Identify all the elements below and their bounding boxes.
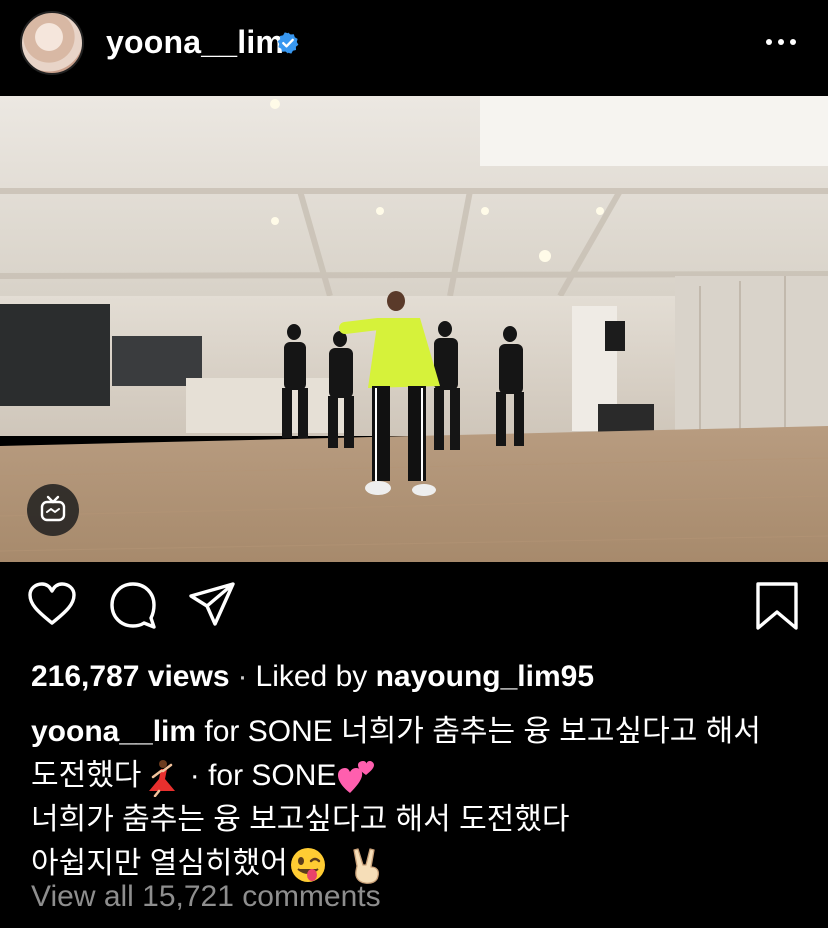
caption-author[interactable]: yoona__lim <box>31 715 196 748</box>
post-header: yoona__lim <box>0 0 828 86</box>
caption-text-4: 아쉽지만 열심히했어 <box>31 847 288 880</box>
dance-studio-video-frame <box>0 96 828 562</box>
view-all-comments-link[interactable]: View all 15,721 comments <box>31 880 381 914</box>
caption-text-2: 도전했다 <box>31 759 142 792</box>
post-video[interactable] <box>0 96 828 562</box>
igtv-icon[interactable] <box>27 484 79 536</box>
comment-icon[interactable] <box>108 580 158 630</box>
caption-text-1: for SONE 너희가 춤추는 융 보고싶다고 해서 <box>204 715 761 748</box>
caption-text-2b: · for SONE <box>189 759 337 792</box>
verified-badge-icon <box>277 32 299 54</box>
separator-dot: · <box>237 660 248 693</box>
heart-icon[interactable] <box>27 580 77 630</box>
dancer-emoji <box>149 760 176 798</box>
two-hearts-emoji <box>338 761 375 794</box>
avatar[interactable] <box>20 11 84 75</box>
post-caption: yoona__lim for SONE 너희가 춤추는 융 보고싶다고 해서 도… <box>31 710 811 886</box>
liked-by-user[interactable]: nayoung_lim95 <box>376 660 594 693</box>
view-count[interactable]: 216,787 views <box>31 660 230 693</box>
caption-line-1: yoona__lim for SONE 너희가 춤추는 융 보고싶다고 해서 <box>31 710 811 754</box>
post-username[interactable]: yoona__lim <box>106 24 284 61</box>
caption-line-2: 도전했다 · for SONE <box>31 754 811 798</box>
views-and-likes: 216,787 views · Liked by nayoung_lim95 <box>31 660 594 694</box>
bookmark-icon[interactable] <box>754 580 800 632</box>
caption-line-3: 너희가 춤추는 융 보고싶다고 해서 도전했다 <box>31 803 570 836</box>
liked-by-prefix: Liked by <box>255 660 368 693</box>
more-horizontal-icon[interactable] <box>766 32 802 52</box>
post-action-bar <box>0 580 828 640</box>
send-icon[interactable] <box>187 580 237 630</box>
